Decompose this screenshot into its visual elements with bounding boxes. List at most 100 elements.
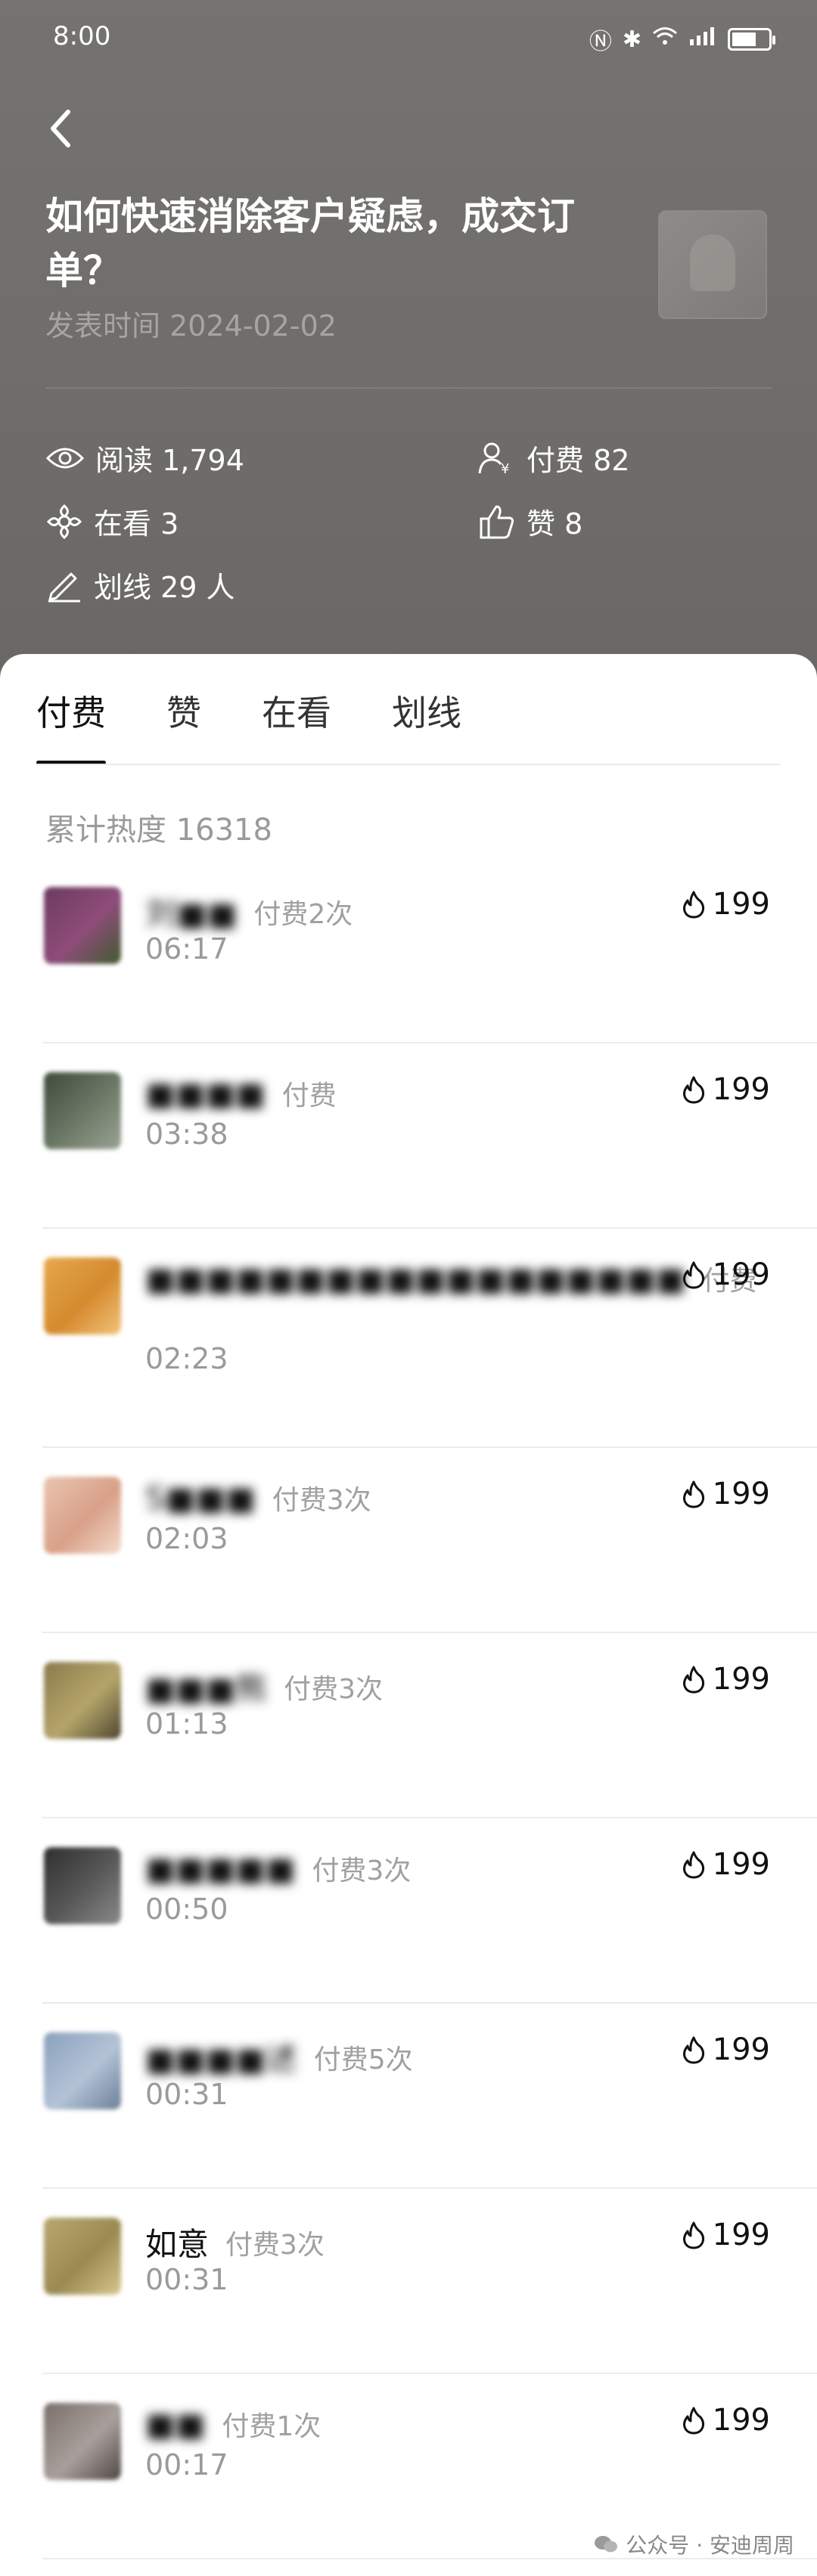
avatar[interactable] [44, 2032, 121, 2109]
amount-value: 199 [712, 1662, 770, 1697]
pay-amount: 199 [681, 2403, 770, 2438]
flame-icon [682, 1666, 704, 1694]
amount-value: 199 [712, 887, 770, 922]
pay-time: 00:17 [145, 2448, 228, 2481]
total-heat: 累计热度 16318 [45, 813, 272, 848]
name-line: 刘■■ 付费2次 [145, 888, 353, 935]
avatar[interactable] [44, 1662, 121, 1739]
article-title: 如何快速消除客户疑虑，成交订单？ [45, 194, 575, 293]
tab-divider [36, 764, 781, 765]
payer-name: ■■ [145, 2405, 206, 2443]
header-divider [45, 387, 772, 389]
amount-value: 199 [712, 1257, 770, 1292]
back-button[interactable] [45, 106, 91, 151]
payer-row[interactable]: ■■■熊 付费3次 01:13 199 [0, 1633, 817, 1818]
underline-count: 划线 29 人 [94, 571, 235, 604]
payer-name: ■■■■ [145, 1074, 266, 1112]
amount-value: 199 [712, 2403, 770, 2438]
payer-row[interactable]: 如意 付费3次 00:31 199 [0, 2189, 817, 2374]
avatar[interactable] [44, 1477, 121, 1554]
pay-amount: 199 [681, 1477, 770, 1511]
payer-row[interactable]: ■■■■■ 付费3次 00:50 199 [0, 1818, 817, 2004]
payer-name: ■■■■■ [145, 1849, 296, 1887]
name-line: ■■■■■■■■■■■■■■■■■■ 付费 [145, 1259, 756, 1298]
wechat-icon [595, 2536, 618, 2553]
pencil-icon [48, 572, 80, 602]
payer-row[interactable]: ■■■■述 付费5次 00:31 199 [0, 2004, 817, 2189]
pay-time: 01:13 [145, 1707, 228, 1741]
avatar[interactable] [44, 1847, 121, 1924]
pay-count: 付费3次 [272, 1485, 371, 1516]
flame-icon [682, 1076, 704, 1104]
name-line: ■■■熊 付费3次 [145, 1663, 383, 1710]
name-line: ■■■■ 付费 [145, 1074, 337, 1113]
amount-value: 199 [712, 1477, 770, 1511]
eye-icon [45, 448, 85, 468]
pay-count: 付费3次 [312, 1855, 412, 1886]
pay-time: 03:38 [145, 1118, 228, 1151]
name-line: S■■■ 付费3次 [145, 1478, 371, 1517]
flame-icon [682, 1261, 704, 1289]
bottom-sheet: 付费 赞 在看 划线 累计热度 16318 刘■■ 付费2次 06:17 199 ■■■… [0, 654, 817, 2576]
name-line: ■■■■■ 付费3次 [145, 1849, 411, 1888]
status-time: 8:00 [53, 21, 111, 51]
pay-amount: 199 [681, 1072, 770, 1107]
tab-underline[interactable]: 划线 [392, 686, 461, 739]
status-icons: Ⓝ ✱ [589, 23, 775, 56]
likes-count: 赞 8 [527, 507, 583, 541]
tab-bar: 付费 赞 在看 划线 [36, 686, 522, 764]
avatar[interactable] [44, 2403, 121, 2480]
avatar[interactable] [44, 1072, 121, 1149]
watching-stat: 在看 3 [45, 501, 179, 542]
watching-count: 在看 3 [94, 507, 179, 541]
payer-name: 如意 [145, 2226, 210, 2263]
avatar[interactable] [44, 887, 121, 964]
amount-value: 199 [712, 2218, 770, 2252]
publish-time: 发表时间 2024-02-02 [45, 309, 337, 343]
avatar[interactable] [44, 2218, 121, 2295]
payer-row[interactable]: 刘■■ 付费2次 06:17 199 [0, 858, 817, 1043]
pay-count: 付费 [281, 1080, 337, 1111]
pay-amount: 199 [681, 2218, 770, 2252]
read-stat: 阅读 1,794 [45, 437, 244, 479]
thumbs-up-icon [480, 505, 514, 538]
flower-icon [46, 504, 82, 539]
flame-icon [682, 2221, 704, 2249]
paid-user-icon: ¥ [478, 442, 509, 475]
payer-row[interactable]: S■■■ 付费3次 02:03 199 [0, 1448, 817, 1633]
tab-watching[interactable]: 在看 [262, 686, 331, 739]
payer-name: ■■■熊 [145, 1670, 268, 1707]
watermark-text: 公众号 · 安迪周周 [626, 2533, 794, 2558]
avatar[interactable] [44, 1257, 121, 1334]
pay-amount: 199 [681, 1847, 770, 1882]
tab-paid[interactable]: 付费 [36, 686, 106, 764]
bluetooth-icon: ✱ [622, 26, 641, 53]
flame-icon [682, 2036, 704, 2064]
nfc-icon: Ⓝ [589, 29, 612, 55]
read-count: 阅读 1,794 [95, 444, 244, 477]
header-panel: 8:00 Ⓝ ✱ 如何快速消除客户疑虑，成交订单？ 发表时间 2024-02-0… [0, 0, 817, 680]
watermark: 公众号 · 安迪周周 [594, 2529, 794, 2559]
name-line: 如意 付费3次 [145, 2219, 325, 2265]
payer-name: S■■■ [145, 1479, 256, 1517]
paid-count: 付费 82 [527, 444, 630, 477]
status-bar: 8:00 Ⓝ ✱ [0, 0, 817, 83]
article-cover-thumbnail[interactable] [658, 210, 767, 319]
underline-stat: 划线 29 人 [45, 564, 235, 606]
flame-icon [682, 1851, 704, 1879]
payer-row[interactable]: ■■■■ 付费 03:38 199 [0, 1043, 817, 1229]
name-line: ■■ 付费1次 [145, 2404, 321, 2444]
pay-count: 付费1次 [222, 2411, 322, 2442]
pay-count: 付费3次 [225, 2229, 325, 2261]
payer-name: 刘■■ [145, 895, 238, 932]
payer-name: ■■■■述 [145, 2041, 297, 2078]
likes-stat: 赞 8 [478, 501, 582, 542]
payer-row[interactable]: ■■■■■■■■■■■■■■■■■■ 付费 02:23 199 [0, 1229, 817, 1448]
pay-time: 02:03 [145, 1522, 228, 1555]
tab-likes[interactable]: 赞 [166, 686, 201, 739]
payer-name: ■■■■■■■■■■■■■■■■■■ [145, 1260, 686, 1297]
pay-count: 付费2次 [253, 898, 353, 930]
pay-amount: 199 [681, 1662, 770, 1697]
pay-count: 付费3次 [284, 1673, 383, 1705]
pay-time: 00:50 [145, 1892, 228, 1926]
